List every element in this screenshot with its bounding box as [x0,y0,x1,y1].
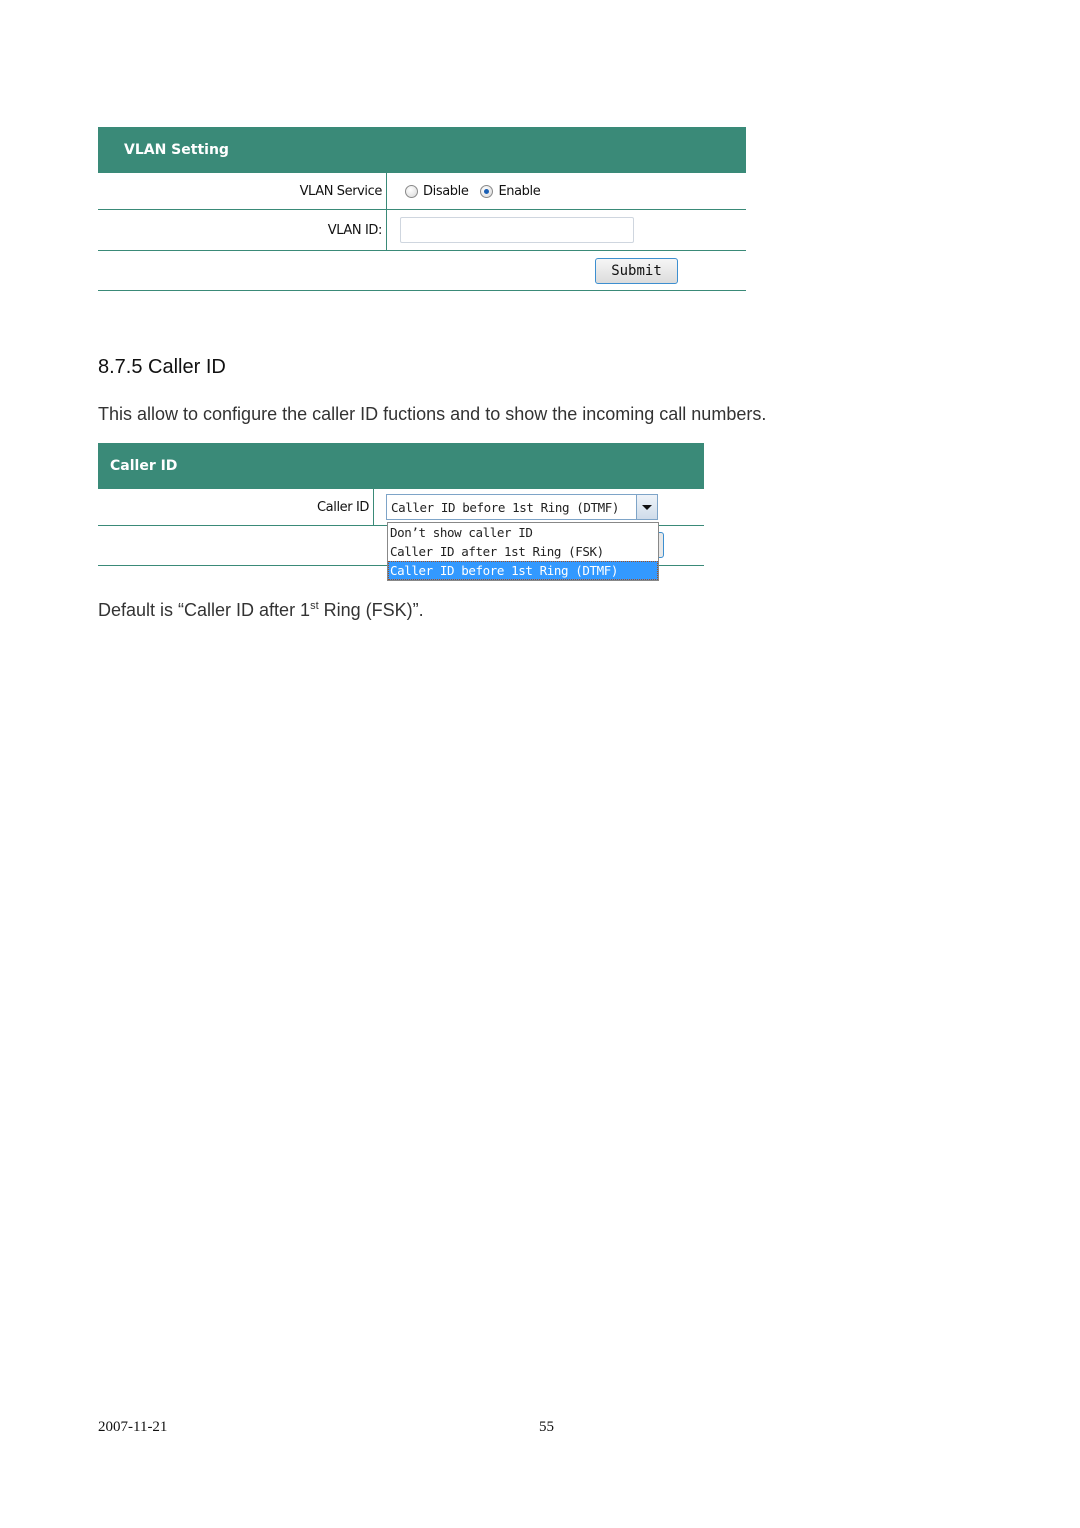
vlan-disable-radio[interactable]: Disable [405,183,469,199]
section-heading: 8.7.5 Caller ID [98,356,226,378]
dropdown-button[interactable] [636,495,657,519]
vlan-id-label: VLAN ID: [98,210,387,250]
dropdown-option[interactable]: Don’t show caller ID [388,523,658,542]
caller-id-row: Caller ID Caller ID before 1st Ring (DTM… [98,489,704,526]
default-note-prefix: Default is “Caller ID after 1 [98,600,311,620]
dropdown-option[interactable]: Caller ID after 1st Ring (FSK) [388,542,658,561]
vlan-service-options: Disable Enable [387,173,746,209]
vlan-enable-label: Enable [498,183,541,199]
vlan-panel-title: VLAN Setting [98,127,746,173]
vlan-id-row: VLAN ID: [98,210,746,251]
caller-id-select[interactable]: Caller ID before 1st Ring (DTMF) [386,494,658,520]
radio-checked-icon[interactable] [480,184,494,198]
caller-id-cell: Caller ID before 1st Ring (DTMF) [374,489,704,525]
vlan-submit-row: Submit [98,251,746,291]
dropdown-option-highlighted[interactable]: Caller ID before 1st Ring (DTMF) [388,561,658,580]
vlan-disable-label: Disable [423,183,469,199]
section-intro: This allow to configure the caller ID fu… [98,404,767,424]
default-note-sup: st [310,600,319,612]
caller-panel-title: Caller ID [98,443,704,489]
default-note-suffix: Ring (FSK)”. [318,600,424,620]
chevron-down-icon [642,504,652,510]
vlan-service-label: VLAN Service [98,173,387,209]
footer-date: 2007-11-21 [98,1419,168,1435]
vlan-id-cell [387,210,746,250]
caller-id-label: Caller ID [98,489,374,525]
vlan-enable-radio[interactable]: Enable [480,183,541,199]
default-note: Default is “Caller ID after 1st Ring (FS… [98,600,424,621]
radio-unchecked-icon[interactable] [405,184,418,198]
page-number: 55 [539,1419,554,1435]
caller-id-selected-value: Caller ID before 1st Ring (DTMF) [391,499,620,515]
submit-button[interactable]: Submit [595,257,678,284]
vlan-setting-panel: VLAN Setting VLAN Service Disable Enable… [98,127,746,291]
vlan-id-input[interactable] [400,217,634,243]
caller-id-dropdown-list: Don’t show caller ID Caller ID after 1st… [387,522,659,581]
vlan-service-row: VLAN Service Disable Enable [98,173,746,210]
